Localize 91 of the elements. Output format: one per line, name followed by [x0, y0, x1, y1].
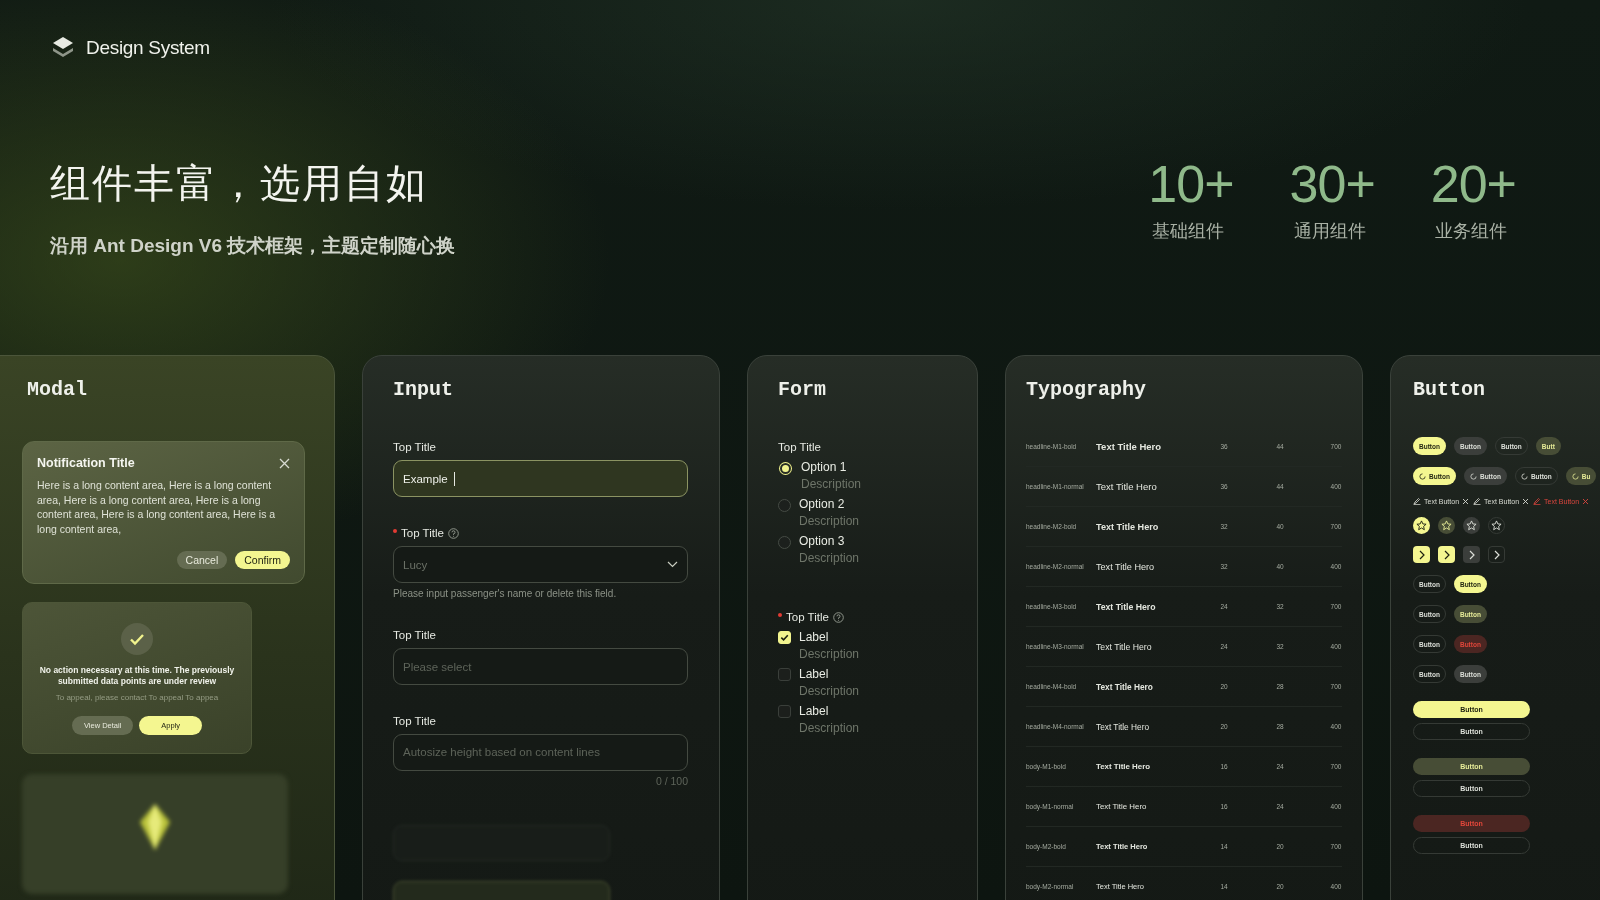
chevron-right-icon: [1417, 549, 1426, 560]
stat-value: 30+: [1289, 156, 1375, 214]
dialog-button[interactable]: Confirm: [235, 550, 290, 569]
star-icon: [1466, 520, 1477, 531]
check-circle-icon: [121, 622, 153, 655]
card-title: Form: [778, 378, 827, 401]
field-label: Top Title: [393, 715, 436, 727]
option-label: Option 3: [799, 534, 846, 548]
option-description: Description: [799, 551, 860, 565]
type-sample: Text Title Hero: [1096, 481, 1158, 492]
star-icon: [1441, 520, 1452, 531]
type-sample: Text Title Hero: [1096, 721, 1151, 732]
notification-title: Notification Title: [37, 456, 135, 470]
close-icon: [1462, 497, 1470, 505]
hero-title: 组件丰富，选用自如: [50, 160, 429, 207]
input-field[interactable]: Example: [393, 460, 688, 497]
stat-label: 业务组件: [1433, 220, 1507, 244]
field-hint: Please input passenger's name or delete this field.: [393, 588, 618, 599]
help-icon: [832, 611, 844, 623]
result-message: No action necessary at this time. The previously submitted data points are under review: [38, 664, 236, 687]
notification-body: Here is a long content area, Here is a long content area, Here is a long content area, Here is a long content area, Here is a long content area, Here is a long content area,: [37, 478, 277, 537]
dialog-button[interactable]: Cancel: [176, 550, 228, 569]
option-description: Description: [801, 477, 862, 491]
textarea-field[interactable]: Autosize height based on content lines: [393, 734, 688, 771]
star-button[interactable]: [1463, 517, 1480, 534]
result-note: To appeal, please contact To appeal To appea: [55, 692, 219, 702]
type-sample: Text Title Hero: [1096, 441, 1163, 452]
star-icon: [1416, 520, 1427, 531]
radio-button[interactable]: [778, 499, 791, 512]
type-sample: Text Title Hero: [1096, 601, 1157, 612]
close-icon[interactable]: [279, 457, 290, 469]
select-field[interactable]: Lucy: [393, 546, 688, 583]
brand-name: Design System: [86, 37, 210, 59]
checkbox[interactable]: [778, 668, 791, 681]
stat-label: 通用组件: [1292, 220, 1366, 244]
group-label: Top Title: [778, 441, 821, 453]
option-description: Description: [799, 647, 860, 661]
chevron-button[interactable]: [1413, 546, 1430, 563]
character-count: 0 / 100: [654, 775, 688, 787]
type-sample: Text Title Hero: [1096, 681, 1154, 692]
star-button[interactable]: [1413, 517, 1430, 534]
type-sample: Text Title Hero: [1096, 521, 1160, 532]
spinner-icon: [1419, 472, 1426, 480]
option-description: Description: [799, 721, 860, 735]
close-icon: [1522, 497, 1530, 505]
stat-label: 基础组件: [1151, 220, 1225, 244]
group-label: Top Title: [786, 611, 829, 623]
stat-value: 20+: [1430, 156, 1516, 214]
required-dot: [393, 529, 397, 533]
star-button[interactable]: [1488, 517, 1505, 534]
checkbox-label: Label: [799, 630, 830, 644]
card-title: Modal: [27, 378, 88, 401]
option-description: Description: [799, 514, 860, 528]
radio-button[interactable]: [778, 536, 791, 549]
chevron-right-icon: [1442, 549, 1451, 560]
help-icon: [447, 527, 459, 539]
pencil-icon: [1533, 497, 1542, 505]
spinner-icon: [1571, 472, 1579, 480]
field-label: Top Title: [393, 441, 436, 453]
checkbox[interactable]: [778, 705, 791, 718]
stat-value: 10+: [1148, 156, 1234, 214]
option-label: Option 1: [801, 460, 848, 474]
card-title: Button: [1413, 378, 1486, 401]
hero-subtitle: 沿用 Ant Design V6 技术框架，主题定制随心换: [50, 234, 456, 258]
type-sample: Text Title Hero: [1096, 561, 1156, 572]
chevron-right-icon: [1467, 549, 1476, 560]
chevron-button[interactable]: [1488, 546, 1505, 563]
chevron-button[interactable]: [1463, 546, 1480, 563]
card-title: Typography: [1026, 378, 1148, 401]
spinner-icon: [1520, 472, 1528, 480]
chevron-button[interactable]: [1438, 546, 1455, 563]
input-field[interactable]: Please select: [393, 648, 688, 685]
option-description: Description: [799, 684, 860, 698]
placeholder-text: Lucy: [403, 558, 428, 571]
checkbox-label: Label: [799, 667, 830, 681]
chevron-down-icon: [667, 561, 678, 568]
field-label: Top Title: [393, 629, 436, 641]
star-button[interactable]: [1438, 517, 1455, 534]
pencil-icon: [1473, 497, 1482, 505]
chevron-right-icon: [1492, 549, 1501, 560]
spinner-icon: [1469, 472, 1477, 480]
option-label: Option 2: [799, 497, 846, 511]
layers-logo-icon: [52, 36, 74, 60]
close-icon: [1582, 497, 1590, 505]
pencil-icon: [1413, 497, 1421, 505]
card-title: Input: [393, 378, 454, 401]
field-label: Top Title: [401, 527, 444, 539]
radio-button[interactable]: [780, 463, 791, 474]
type-sample: Text Title Hero: [1096, 641, 1153, 652]
star-icon: [1491, 520, 1502, 531]
checkbox-label: Label: [799, 704, 830, 718]
